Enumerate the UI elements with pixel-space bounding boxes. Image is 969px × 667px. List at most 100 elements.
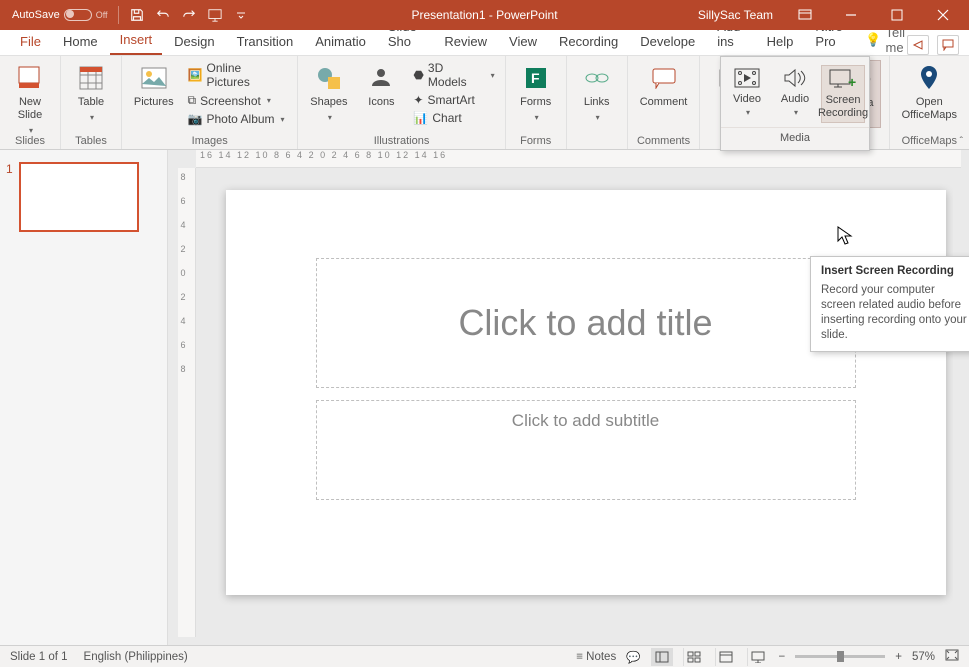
tab-design[interactable]: Design	[164, 30, 224, 55]
screenshot-button[interactable]: ⧉Screenshot▾	[186, 92, 290, 109]
smartart-label: SmartArt	[427, 93, 474, 107]
table-label: Table	[78, 96, 104, 109]
video-icon	[733, 67, 761, 93]
new-slide-button[interactable]: New Slide ▾	[8, 60, 52, 139]
zoom-in-button[interactable]: +	[895, 651, 902, 663]
ribbon-display-options-icon[interactable]	[785, 0, 825, 30]
title-placeholder[interactable]: Click to add title	[316, 258, 856, 388]
notes-button[interactable]: ≡ Notes	[576, 651, 616, 663]
pictures-icon	[138, 62, 170, 94]
slide-counter[interactable]: Slide 1 of 1	[10, 651, 68, 663]
fit-to-window-icon[interactable]	[945, 649, 959, 664]
pictures-button[interactable]: Pictures	[130, 60, 178, 111]
undo-icon[interactable]	[155, 7, 171, 23]
maximize-icon[interactable]	[877, 0, 917, 30]
reading-view-icon[interactable]	[715, 648, 737, 666]
share-icon[interactable]	[907, 35, 929, 55]
insert-audio-button[interactable]: Audio ▾	[773, 65, 817, 123]
tab-animations[interactable]: Animatio	[305, 30, 376, 55]
table-button[interactable]: Table ▾	[69, 60, 113, 126]
tab-transitions[interactable]: Transition	[227, 30, 304, 55]
close-icon[interactable]	[923, 0, 963, 30]
audio-icon	[782, 67, 808, 93]
group-illustrations-label: Illustrations	[306, 133, 496, 147]
save-icon[interactable]	[129, 7, 145, 23]
minimize-icon[interactable]	[831, 0, 871, 30]
group-images-label: Images	[130, 133, 289, 147]
online-pictures-icon: 🖼️	[188, 68, 203, 82]
zoom-slider[interactable]	[795, 655, 885, 658]
icons-button[interactable]: Icons	[359, 60, 403, 111]
comment-button[interactable]: Comment	[636, 60, 692, 111]
collapse-ribbon-icon[interactable]: ˆ	[960, 136, 963, 147]
slide-thumbnail-1[interactable]: 1	[6, 162, 161, 232]
icons-label: Icons	[368, 96, 394, 109]
comments-pane-icon[interactable]	[937, 35, 959, 55]
screen-recording-button[interactable]: + Screen Recording	[821, 65, 865, 123]
tooltip-screen-recording: Insert Screen Recording Record your comp…	[810, 256, 969, 352]
shapes-button[interactable]: Shapes ▾	[306, 60, 351, 126]
open-officemaps-button[interactable]: Open OfficeMaps	[898, 60, 961, 124]
slide-canvas-viewport[interactable]: Click to add title Click to add subtitle	[218, 180, 953, 629]
ribbon-insert: New Slide ▾ Slides Table ▾ Tables Pictur…	[0, 56, 969, 150]
tab-home[interactable]: Home	[53, 30, 108, 55]
tooltip-body: Record your computer screen related audi…	[821, 283, 969, 343]
redo-icon[interactable]	[181, 7, 197, 23]
slide-sorter-view-icon[interactable]	[683, 648, 705, 666]
normal-view-icon[interactable]	[651, 648, 673, 666]
comment-label: Comment	[640, 96, 688, 109]
title-placeholder-text: Click to add title	[458, 302, 712, 344]
chart-button[interactable]: 📊Chart	[411, 110, 496, 126]
tab-help[interactable]: Help	[757, 30, 804, 55]
forms-label: Forms	[520, 96, 551, 109]
tab-view[interactable]: View	[499, 30, 547, 55]
zoom-percentage[interactable]: 57%	[912, 651, 935, 663]
autosave-toggle[interactable]: AutoSave Off	[12, 9, 108, 21]
vertical-ruler: 8 6 4 2 0 2 4 6 8	[178, 168, 196, 637]
cube-icon: ⬣	[413, 68, 423, 82]
chevron-down-icon: ▾	[746, 106, 750, 119]
forms-button[interactable]: F Forms ▾	[514, 60, 558, 126]
autosave-state: Off	[96, 10, 108, 20]
zoom-out-button[interactable]: −	[779, 651, 786, 663]
tab-recording[interactable]: Recording	[549, 30, 628, 55]
group-comments-label: Comments	[636, 133, 692, 147]
insert-video-button[interactable]: Video ▾	[725, 65, 769, 123]
thumbnail-preview	[19, 162, 139, 232]
tab-file[interactable]: File	[10, 30, 51, 55]
shapes-icon	[313, 62, 345, 94]
online-pictures-button[interactable]: 🖼️ Online Pictures	[186, 60, 290, 90]
ribbon-tabs: File Home Insert Design Transition Anima…	[0, 30, 969, 56]
group-officemaps-label: OfficeMaps	[898, 133, 961, 147]
account-name[interactable]: SillySac Team	[698, 8, 773, 22]
photo-album-button[interactable]: 📷Photo Album▾	[186, 111, 290, 127]
smartart-button[interactable]: ✦ SmartArt	[411, 92, 496, 108]
3d-models-button[interactable]: ⬣3D Models▾	[411, 60, 496, 90]
language-indicator[interactable]: English (Philippines)	[84, 651, 188, 663]
group-links-label	[575, 145, 619, 147]
svg-text:+: +	[848, 74, 856, 90]
chevron-down-icon: ▾	[90, 111, 94, 124]
online-pictures-label: Online Pictures	[207, 61, 288, 89]
autosave-label: AutoSave	[12, 9, 60, 21]
3d-models-label: 3D Models	[428, 61, 485, 89]
comments-statusbar-icon[interactable]: 💬	[626, 650, 640, 664]
media-panel-label: Media	[721, 127, 869, 150]
group-slides-label: Slides	[8, 133, 52, 147]
chevron-down-icon: ▾	[596, 111, 600, 124]
subtitle-placeholder[interactable]: Click to add subtitle	[316, 400, 856, 500]
slideshow-from-start-icon[interactable]	[207, 7, 223, 23]
slide-thumbnail-pane[interactable]: 1	[0, 150, 168, 645]
slide-canvas[interactable]: Click to add title Click to add subtitle	[226, 190, 946, 595]
slide-editor: 16 14 12 10 8 6 4 2 0 2 4 6 8 10 12 14 1…	[168, 150, 969, 645]
tab-review[interactable]: Review	[434, 30, 497, 55]
work-area: 1 16 14 12 10 8 6 4 2 0 2 4 6 8 10 12 14…	[0, 150, 969, 645]
smartart-icon: ✦	[413, 93, 423, 107]
qat-more-icon[interactable]	[233, 7, 249, 23]
tab-insert[interactable]: Insert	[110, 28, 163, 55]
icons-icon	[365, 62, 397, 94]
slideshow-view-icon[interactable]	[747, 648, 769, 666]
screenshot-icon: ⧉	[188, 93, 197, 108]
tab-developer[interactable]: Develope	[630, 30, 705, 55]
links-button[interactable]: Links ▾	[575, 60, 619, 126]
